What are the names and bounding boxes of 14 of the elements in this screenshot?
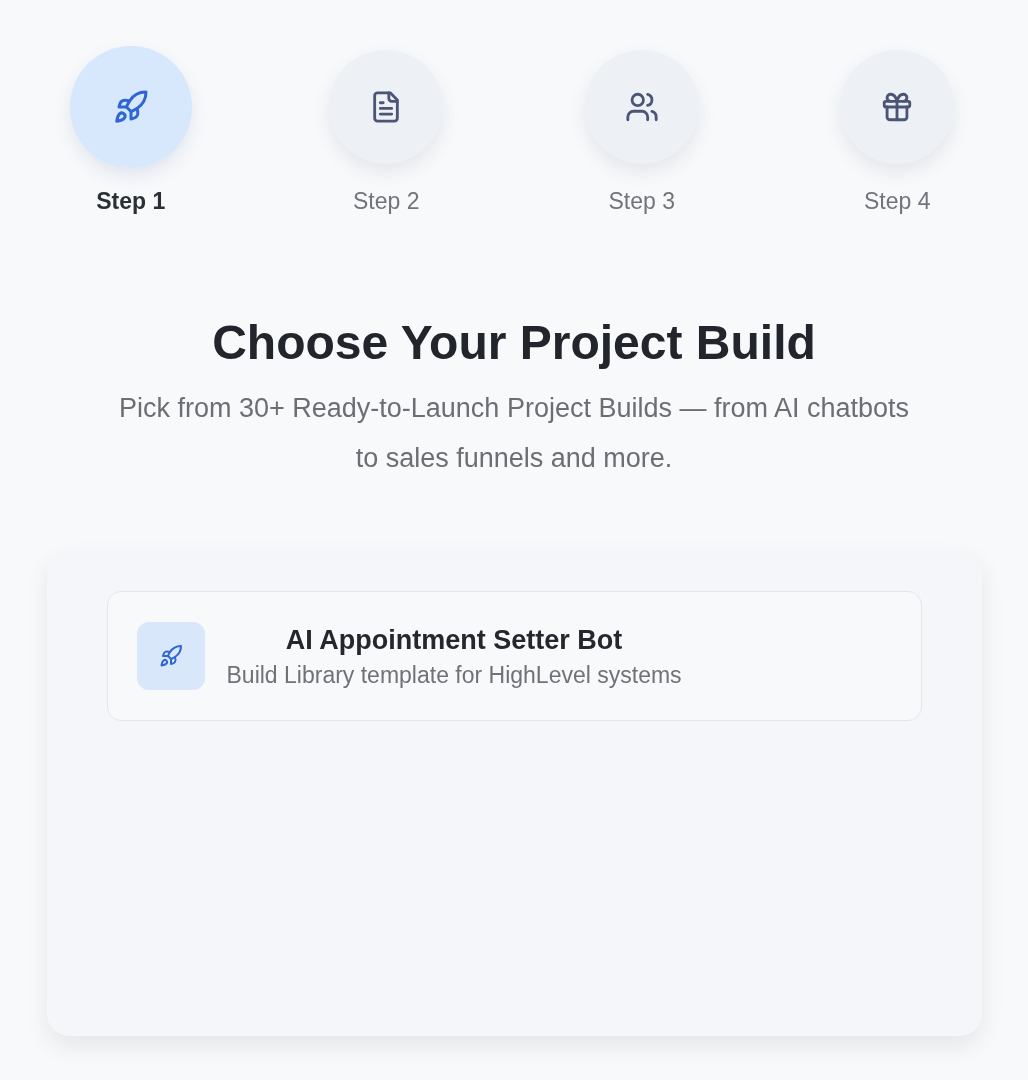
build-title: AI Appointment Setter Bot <box>285 623 623 656</box>
step-tab[interactable]: Step 1 <box>69 45 192 215</box>
step-tab[interactable]: Step 3 <box>584 45 699 215</box>
build-card[interactable]: AI Appointment Setter Bot Build Library template for HighLevel systems <box>106 591 922 721</box>
step-label: Step 3 <box>608 187 675 215</box>
build-description: Build Library template for HighLevel systems <box>226 660 682 689</box>
page-heading: Choose Your Project Build <box>212 315 816 371</box>
step-label: Step 1 <box>96 187 166 215</box>
step-tab[interactable]: Step 4 <box>840 45 955 215</box>
rocket-icon <box>136 622 205 690</box>
step-tab[interactable]: Step 2 <box>329 45 444 215</box>
step-label: Step 4 <box>864 187 931 215</box>
step-label: Step 2 <box>353 187 420 215</box>
page-subheading: Pick from 30+ Ready-to-Launch Project Builds — from AI chatbots to sales funnels and more. <box>117 392 911 475</box>
